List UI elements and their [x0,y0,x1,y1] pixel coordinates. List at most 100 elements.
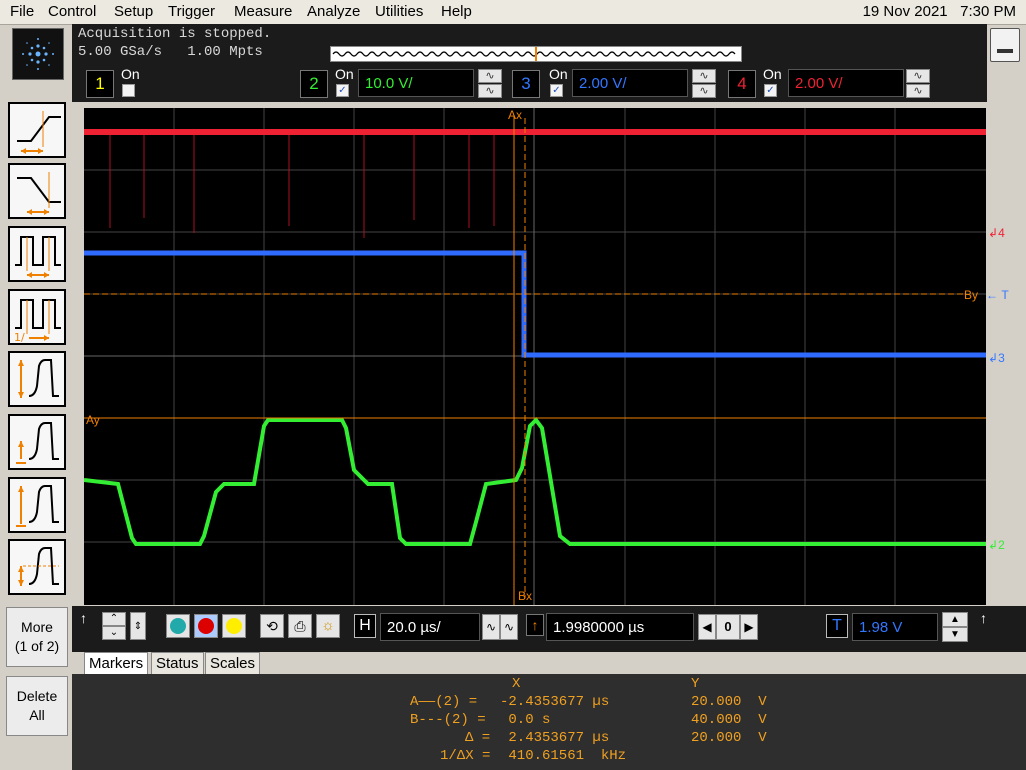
channel-4-checkbox[interactable]: ✓ [764,84,777,97]
tab-scales[interactable]: Scales [205,652,261,675]
marker-inverse-delta-x: 410.61561 kHz [500,748,627,764]
svg-text:1/: 1/ [14,331,25,342]
channel-3-button[interactable]: 3 [512,70,540,98]
delay-right-icon[interactable]: ▶ [740,614,758,640]
marker-delta-label: Δ = [465,730,491,746]
top-measure-button[interactable] [8,539,66,595]
marker-b-label: B---(2) = [410,712,486,728]
marker-b-x: 0.0 s [500,712,551,728]
channel-4-button[interactable]: 4 [728,70,756,98]
menu-utilities[interactable]: Utilities [375,3,423,20]
channel-2-ground-marker: ↲2 [988,538,1005,552]
marker-bx-label: Bx [518,589,533,603]
channel-2-checkbox[interactable]: ✓ [336,84,349,97]
channel-4-scale[interactable]: 2.00 V/ [788,69,904,97]
channel-3-ground-marker: ↲3 [988,351,1005,365]
trigger-label: T [826,614,848,638]
menu-setup[interactable]: Setup [114,3,153,20]
print-icon[interactable]: ⎙ [288,614,312,638]
horizontal-label: H [354,614,376,638]
channel-1-checkbox[interactable] [122,84,135,97]
pin-icon[interactable]: ↑ [80,610,87,626]
markers-header-x: X [512,676,521,692]
marker-a-x: -2.4353677 µs [500,694,610,710]
channel-2-coupling-dc-icon[interactable]: ∿ [478,84,502,98]
menu-trigger[interactable]: Trigger [168,3,215,20]
autoscale-icon[interactable]: ⟲ [260,614,284,638]
red-color-button[interactable] [194,614,218,638]
channel-2-scale[interactable]: 10.0 V/ [358,69,474,97]
marker-by-label: By [964,288,979,302]
channel-4-ground-marker: ↲4 [988,226,1005,240]
tab-status[interactable]: Status [151,652,204,675]
channel-3-checkbox[interactable]: ✓ [550,84,563,97]
channel-4-coupling-ac-icon[interactable]: ∿ [906,69,930,83]
marker-delta-x: 2.4353677 µs [500,730,610,746]
channel-bar: 1 On 2 On ✓ 10.0 V/ ∿ ∿ 3 On ✓ 2.00 V/ ∿… [72,66,987,102]
tab-markers[interactable]: Markers [84,652,149,675]
rising-edge-trigger-button[interactable] [8,102,66,158]
channel-3-on-label: On [549,66,568,82]
date-time: 19 Nov 2021 7:30 PM [862,3,1016,20]
yellow-color-button[interactable] [222,614,246,638]
marker-delta-y: 20.000 V [691,730,767,746]
horizontal-delay[interactable]: 1.9980000 µs [546,613,694,641]
teal-color-button[interactable] [166,614,190,638]
marker-a-label: A——(2) = [410,694,478,710]
waveform-overview[interactable] [330,46,742,62]
horizontal-coarse-icon[interactable]: ∿ [500,614,518,640]
maximum-measure-button[interactable] [8,477,66,533]
scale-adjust-icon[interactable]: ⇕ [130,612,146,640]
trigger-position-icon: ↑ [526,614,544,636]
trigger-level-down-icon[interactable]: ▼ [942,627,968,642]
menu-control[interactable]: Control [48,3,96,20]
channel-3-scale[interactable]: 2.00 V/ [572,69,688,97]
channel-4-coupling-dc-icon[interactable]: ∿ [906,84,930,98]
info-tabs: Markers Status Scales [72,652,1026,675]
channel-2-on-label: On [335,66,354,82]
channel-1-on-label: On [121,66,140,82]
channel-1-button[interactable]: 1 [86,70,114,98]
marker-b-y: 40.000 V [691,712,767,728]
channel-3-coupling-ac-icon[interactable]: ∿ [692,69,716,83]
delay-left-icon[interactable]: ◀ [698,614,716,640]
channel-3-trace [84,250,986,358]
brightness-icon[interactable]: ☼ [316,614,340,638]
acquisition-panel: Acquisition is stopped. 5.00 GSa/s 1.00 … [72,24,987,66]
waveform-display[interactable]: Ax Bx Ay By ↲4 ↲3 ↲2 ← T [83,108,1009,605]
marker-ax-label: Ax [508,108,523,122]
sample-rate: 5.00 GSa/s 1.00 Mpts [78,44,263,60]
period-measure-button[interactable] [8,226,66,282]
channel-2-trace [83,416,986,546]
trigger-level[interactable]: 1.98 V [852,613,938,641]
trigger-pin-icon[interactable]: ↑ [980,610,987,626]
delete-all-button[interactable]: Delete All [6,676,68,736]
falling-edge-trigger-button[interactable] [8,163,66,219]
menu-bar: File Control Setup Trigger Measure Analy… [0,0,1026,25]
channel-3-coupling-dc-icon[interactable]: ∿ [692,84,716,98]
markers-header-y: Y [691,676,700,692]
peak-to-peak-measure-button[interactable] [8,351,66,407]
channel-2-coupling-ac-icon[interactable]: ∿ [478,69,502,83]
menu-file[interactable]: File [10,3,34,20]
agilent-logo-icon [12,28,64,80]
channel-4-on-label: On [763,66,782,82]
scale-up-icon[interactable]: ⌃ [102,612,126,626]
scale-down-icon[interactable]: ⌄ [102,626,126,640]
trigger-level-marker: ← T [986,288,1009,302]
horizontal-scale[interactable]: 20.0 µs/ [380,613,480,641]
trigger-level-up-icon[interactable]: ▲ [942,612,968,627]
menu-help[interactable]: Help [441,3,472,20]
menu-measure[interactable]: Measure [234,3,292,20]
channel-2-button[interactable]: 2 [300,70,328,98]
horizontal-fine-icon[interactable]: ∿ [482,614,500,640]
minimize-button[interactable] [990,28,1020,62]
delay-zero-button[interactable]: 0 [716,614,740,640]
marker-inverse-delta-label: 1/ΔX = [440,748,491,764]
more-button[interactable]: More (1 of 2) [6,607,68,667]
amplitude-measure-button[interactable] [8,414,66,470]
frequency-measure-button[interactable]: 1/ [8,289,66,345]
menu-analyze[interactable]: Analyze [307,3,360,20]
acquisition-status: Acquisition is stopped. [78,26,272,42]
markers-panel: X Y A——(2) = -2.4353677 µs 20.000 V B---… [72,674,1026,770]
